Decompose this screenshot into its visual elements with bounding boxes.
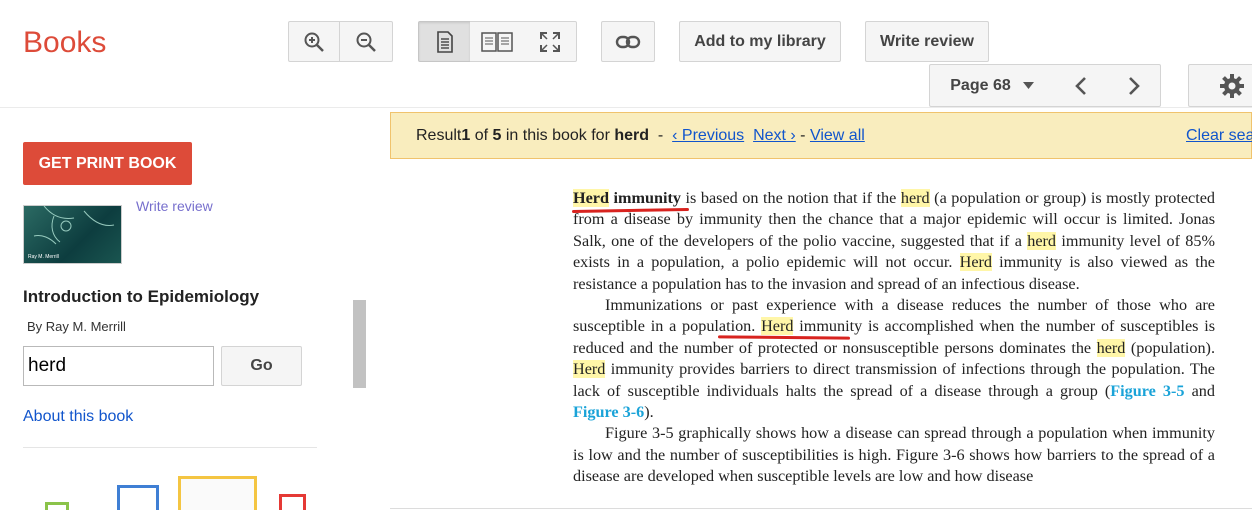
caret-down-icon xyxy=(1022,82,1034,89)
write-review-button[interactable]: Write review xyxy=(865,21,989,62)
result-current: 1 xyxy=(461,126,471,144)
related-book-thumbnail[interactable] xyxy=(45,502,69,510)
page-selector[interactable]: Page 68 xyxy=(929,64,1055,107)
settings-button[interactable] xyxy=(1188,64,1252,107)
search-highlight: Herd xyxy=(573,189,609,207)
fullscreen-icon xyxy=(539,31,561,53)
get-print-book-button[interactable]: GET PRINT BOOK xyxy=(23,142,192,185)
text-run: Figure 3-5 graphically shows how a disea… xyxy=(573,424,1215,486)
text-run: immunity xyxy=(613,189,681,207)
fullscreen-button[interactable] xyxy=(523,21,577,62)
gear-icon xyxy=(1219,73,1245,99)
sidebar-scrollbar[interactable] xyxy=(353,300,366,388)
chevron-right-icon xyxy=(1128,76,1140,96)
zoom-out-button[interactable] xyxy=(340,21,393,62)
zoom-in-button[interactable] xyxy=(288,21,340,62)
clear-search-link[interactable]: Clear search xyxy=(1186,127,1252,145)
related-book-thumbnail[interactable] xyxy=(178,476,257,510)
previous-result-link[interactable]: ‹ Previous xyxy=(672,127,744,145)
page-bottom-divider xyxy=(390,508,1252,509)
sidebar-divider xyxy=(23,447,317,448)
search-in-book-input[interactable] xyxy=(23,346,214,386)
result-sep: - xyxy=(795,126,810,144)
page-label: Page 68 xyxy=(950,76,1011,94)
chevron-left-icon xyxy=(1074,76,1087,96)
books-logo[interactable]: Books xyxy=(23,26,106,60)
paragraph-3: Figure 3-5 graphically shows how a disea… xyxy=(573,423,1215,487)
sidebar-write-review-link[interactable]: Write review xyxy=(136,198,213,214)
paragraph-2: Immunizations or past experience with a … xyxy=(573,295,1215,423)
zoom-out-icon xyxy=(355,31,377,53)
zoom-in-icon xyxy=(303,31,325,53)
previous-page-button[interactable] xyxy=(1054,64,1108,107)
two-page-view-button[interactable] xyxy=(470,21,524,62)
related-book-thumbnail[interactable] xyxy=(279,494,306,510)
result-sep: - xyxy=(649,126,673,144)
result-mid: in this book for xyxy=(501,126,615,144)
next-result-link[interactable]: Next › xyxy=(753,127,796,145)
result-prefix: Result xyxy=(416,126,462,144)
go-button[interactable]: Go xyxy=(221,346,302,386)
book-page-text: Herd immunity is based on the notion tha… xyxy=(573,188,1215,488)
two-page-icon xyxy=(480,31,513,52)
cover-author: Ray M. Merrill xyxy=(28,254,59,260)
single-page-icon xyxy=(436,30,454,53)
link-button[interactable] xyxy=(601,21,655,62)
book-title: Introduction to Epidemiology xyxy=(23,287,260,306)
result-of: of xyxy=(470,126,493,144)
search-highlight: Herd xyxy=(573,360,606,379)
figure-link[interactable]: Figure 3-5 xyxy=(1110,382,1184,400)
text-run: is based on the notion that if the xyxy=(681,189,901,207)
book-cover[interactable]: Ray M. Merrill xyxy=(23,205,122,264)
next-page-button[interactable] xyxy=(1107,64,1161,107)
search-result-bar: Result 1 of 5 in this book for herd - ‹ … xyxy=(390,112,1252,159)
result-total: 5 xyxy=(492,126,502,144)
search-highlight: Herd xyxy=(761,317,794,336)
related-book-thumbnail[interactable] xyxy=(117,485,159,510)
text-run: and xyxy=(1184,381,1215,400)
view-all-results-link[interactable]: View all xyxy=(810,127,865,145)
book-author: By Ray M. Merrill xyxy=(27,319,126,334)
search-highlight: Herd xyxy=(959,253,992,272)
header-divider xyxy=(0,107,1252,108)
search-highlight: herd xyxy=(900,189,930,207)
figure-link[interactable]: Figure 3-6 xyxy=(573,403,644,421)
single-page-view-button[interactable] xyxy=(418,21,471,62)
result-query: herd xyxy=(614,126,650,144)
text-run: (population). xyxy=(1125,338,1215,357)
about-this-book-link[interactable]: About this book xyxy=(23,408,133,426)
paragraph-1: Herd immunity is based on the notion tha… xyxy=(573,188,1215,295)
link-icon xyxy=(615,35,641,49)
search-highlight: herd xyxy=(1096,338,1126,357)
text-run: ). xyxy=(644,403,654,422)
add-to-library-button[interactable]: Add to my library xyxy=(679,21,841,62)
search-highlight: herd xyxy=(1027,231,1057,250)
